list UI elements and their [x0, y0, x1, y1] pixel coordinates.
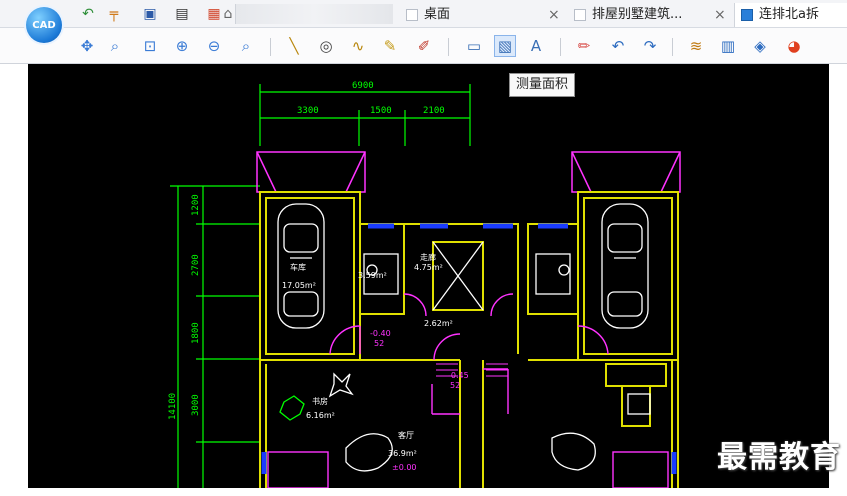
- dim-height-seg2: 2700: [191, 254, 201, 276]
- home-icon[interactable]: ⌂: [221, 6, 235, 22]
- close-tab-button[interactable]: ×: [714, 3, 726, 27]
- furniture: [277, 203, 651, 472]
- stair-area: 2.62m²: [424, 319, 453, 328]
- color-icon[interactable]: ◕: [784, 36, 804, 56]
- title-bar: CAD ↶ ╤ ▣ ▤ ▦ ⌂ 桌面 × 排屋别墅建筑... × 连排北a拆: [0, 0, 847, 43]
- tab-desktop[interactable]: 桌面: [400, 3, 568, 27]
- cad-file-icon: [741, 9, 753, 21]
- dim-width-seg1: 3300: [297, 106, 319, 116]
- line-icon[interactable]: ╲: [284, 36, 304, 56]
- text-icon[interactable]: A: [526, 36, 546, 56]
- garage-canopies: [256, 151, 681, 193]
- zoom-window-icon[interactable]: ⌕: [105, 36, 125, 56]
- dim-total-width: 6900: [352, 81, 374, 91]
- address-bar[interactable]: [235, 4, 393, 24]
- dim-width-seg2: 1500: [370, 106, 392, 116]
- tab-label: 排屋别墅建筑...: [592, 7, 683, 22]
- windows: [261, 223, 677, 474]
- dim-height-seg3: 1800: [191, 322, 201, 344]
- drawing-canvas[interactable]: 6900 3300 1500 2100 1200 2700 1800 3000 …: [28, 64, 829, 488]
- left-dimensions: [170, 185, 260, 488]
- page-icon: [574, 9, 586, 21]
- tab-townhouse-drawing[interactable]: 排屋别墅建筑...: [568, 3, 728, 27]
- bath-area: 3.59m²: [358, 271, 387, 280]
- watermark: 最需教育: [717, 440, 841, 475]
- garage-area: 17.05m²: [282, 281, 316, 290]
- floor-plan-drawing: 6900 3300 1500 2100 1200 2700 1800 3000 …: [168, 81, 681, 488]
- new-icon[interactable]: ↶: [80, 6, 96, 22]
- walls: [259, 191, 679, 488]
- dim-width-seg3: 2100: [423, 106, 445, 116]
- toolbar-separator: [448, 38, 449, 56]
- export-icon[interactable]: ▦: [206, 6, 222, 22]
- circle-icon[interactable]: ◎: [316, 36, 336, 56]
- study-name: 书房: [312, 396, 328, 406]
- polyline-icon[interactable]: ∿: [348, 36, 368, 56]
- measure-area-icon[interactable]: ▧: [494, 35, 516, 57]
- garage-name: 车库: [290, 262, 306, 272]
- open-icon[interactable]: ╤: [106, 6, 122, 22]
- print-icon[interactable]: ▤: [174, 6, 190, 22]
- blocks-icon[interactable]: ▥: [718, 36, 738, 56]
- toolbar-separator: [672, 38, 673, 56]
- hall-name: 走廊: [420, 252, 436, 262]
- living-name: 客厅: [398, 430, 414, 440]
- zoom-in-icon[interactable]: ⊕: [172, 36, 192, 56]
- page-icon: [406, 9, 418, 21]
- hall-area: 4.75m²: [414, 263, 443, 272]
- eraser-icon[interactable]: ✏: [574, 36, 594, 56]
- cad-viewer-window: CAD ↶ ╤ ▣ ▤ ▦ ⌂ 桌面 × 排屋别墅建筑... × 连排北a拆 ✥…: [0, 0, 847, 496]
- dim-total-height: 14100: [168, 393, 178, 420]
- close-tab-button[interactable]: ×: [548, 3, 560, 27]
- toolbar-separator: [560, 38, 561, 56]
- dim-height-seg4: 3000: [191, 394, 201, 416]
- undo-icon[interactable]: ↶: [608, 36, 628, 56]
- living-level: ±0.00: [392, 463, 417, 472]
- revcloud-icon[interactable]: ✐: [414, 36, 434, 56]
- tab-label: 桌面: [424, 7, 451, 22]
- level-marker-a-sub: 52: [374, 339, 384, 348]
- zoom-realtime-icon[interactable]: ⌕: [236, 36, 256, 56]
- tab-active-drawing[interactable]: 连排北a拆: [734, 3, 847, 27]
- level-marker-b: -0.45: [448, 371, 469, 380]
- toolbar-separator: [270, 38, 271, 56]
- zoom-out-icon[interactable]: ⊖: [204, 36, 224, 56]
- dim-height-seg1: 1200: [191, 194, 201, 216]
- level-marker-a: -0.40: [370, 329, 391, 338]
- measure-length-icon[interactable]: ▭: [464, 36, 484, 56]
- pan-icon[interactable]: ✥: [77, 36, 97, 56]
- tab-label: 连排北a拆: [759, 7, 819, 22]
- app-logo[interactable]: CAD: [26, 7, 62, 43]
- plant-symbol: [279, 395, 305, 421]
- tooltip: 测量面积: [509, 73, 576, 97]
- redo-icon[interactable]: ↷: [640, 36, 660, 56]
- layers-icon[interactable]: ≋: [686, 36, 706, 56]
- level-marker-b-sub: 52: [450, 381, 460, 390]
- living-area: 36.9m²: [388, 449, 417, 458]
- 3d-view-icon[interactable]: ◈: [750, 36, 770, 56]
- sketch-icon[interactable]: ✎: [380, 36, 400, 56]
- save-icon[interactable]: ▣: [142, 6, 158, 22]
- drawing-toolbar: ✥ ⌕ ⊡ ⊕ ⊖ ⌕ ╲ ◎ ∿ ✎ ✐ ▭ ▧ A ✏ ↶ ↷ ≋ ▥ ◈ …: [0, 28, 847, 64]
- study-area: 6.16m²: [306, 411, 335, 420]
- stairs: [436, 363, 508, 377]
- zoom-extents-icon[interactable]: ⊡: [140, 36, 160, 56]
